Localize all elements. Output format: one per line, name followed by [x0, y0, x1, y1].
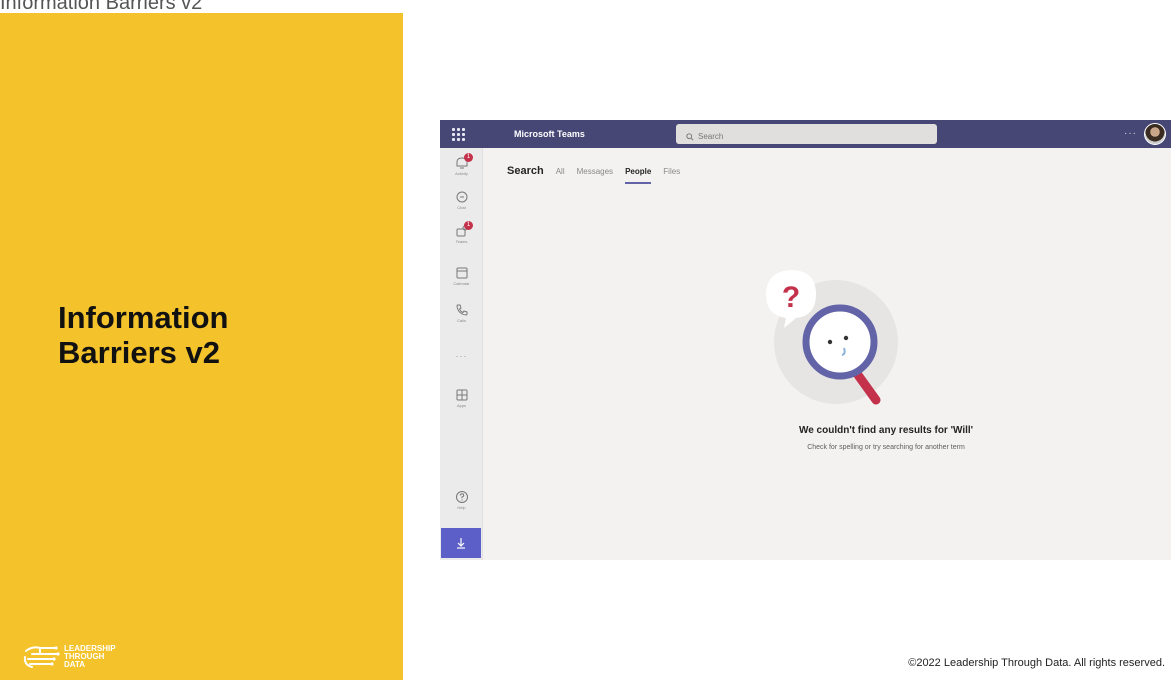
logo-line3: DATA — [64, 660, 86, 669]
rail-label: Calls — [457, 318, 466, 323]
rail-item-activity[interactable]: 1 Activity — [440, 153, 483, 176]
calendar-icon — [456, 267, 467, 279]
avatar[interactable] — [1144, 123, 1166, 145]
slide-heading-line2: Barriers v2 — [58, 335, 221, 370]
teams-badge: 1 — [464, 221, 473, 230]
search-title: Search — [507, 165, 544, 177]
search-placeholder: Search — [698, 132, 724, 141]
copyright-notice: ©2022 Leadership Through Data. All right… — [908, 657, 1165, 669]
rail-item-apps[interactable]: Apps — [440, 388, 483, 408]
empty-state-title: We couldn't find any results for 'Will' — [798, 425, 974, 436]
slide-heading: Information Barriers v2 — [58, 300, 229, 370]
apps-icon — [456, 389, 467, 401]
rail-item-teams[interactable]: 1 Teams — [440, 221, 483, 244]
no-results-illustration: ? — [766, 270, 898, 405]
search-input[interactable]: Search — [676, 124, 937, 144]
rail-item-calendar[interactable]: Calendar — [440, 266, 483, 286]
rail-label: Teams — [455, 239, 468, 244]
help-icon — [455, 491, 468, 503]
rail-label: Activity — [455, 171, 468, 176]
rail-label: Calendar — [453, 281, 470, 286]
activity-badge: 1 — [464, 153, 473, 162]
more-options-button[interactable]: ··· — [1124, 128, 1137, 139]
tab-all[interactable]: All — [556, 167, 565, 176]
search-tabs: Search All Messages People Files — [507, 165, 680, 184]
rail-label: Chat — [457, 205, 466, 210]
question-mark-glyph: ? — [782, 281, 800, 314]
download-icon — [457, 538, 465, 549]
search-icon — [686, 132, 694, 141]
tab-people[interactable]: People — [625, 167, 652, 184]
teams-titlebar: Microsoft Teams Search ··· — [440, 120, 1171, 148]
app-launcher-icon[interactable] — [450, 126, 466, 142]
circuit-head-icon — [23, 646, 60, 668]
app-name: Microsoft Teams — [514, 129, 585, 139]
rail-item-help[interactable]: Help — [440, 490, 483, 510]
chat-icon — [456, 191, 467, 203]
tab-files[interactable]: Files — [663, 167, 680, 176]
teams-window: Microsoft Teams Search ··· 1 Activity Ch… — [440, 120, 1171, 560]
phone-icon — [455, 304, 467, 316]
download-button[interactable] — [441, 528, 481, 558]
app-rail: 1 Activity Chat 1 Teams Calendar Calls ·… — [440, 148, 483, 560]
yellow-panel: Information Barriers v2 — [0, 13, 403, 680]
rail-item-calls[interactable]: Calls — [440, 303, 483, 323]
rail-label: Apps — [456, 403, 467, 408]
rail-item-chat[interactable]: Chat — [440, 190, 483, 210]
slide: Information Barriers v2 Information Barr… — [0, 0, 1171, 680]
tab-messages[interactable]: Messages — [577, 167, 613, 176]
leadership-through-data-logo: LEADERSHIP THROUGH DATA — [22, 645, 116, 669]
slide-heading-line1: Information — [58, 300, 229, 335]
empty-state-subtitle: Check for spelling or try searching for … — [807, 444, 965, 451]
rail-label: Help — [457, 505, 466, 510]
rail-more-button[interactable]: ··· — [440, 351, 483, 361]
